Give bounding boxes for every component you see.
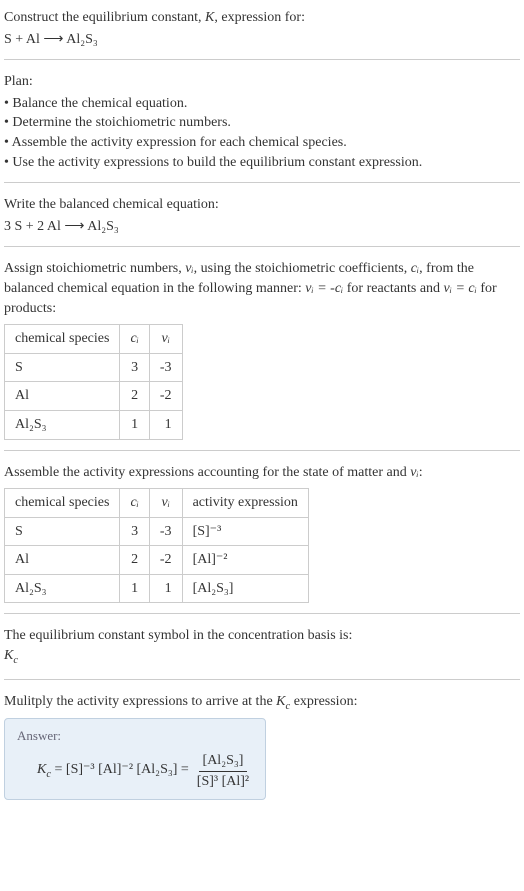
answer-eq-text: = [S]⁻³ [Al]⁻² [Al₂S₃] = bbox=[51, 762, 189, 777]
cell-ci: 2 bbox=[120, 546, 149, 575]
cell-species: Al₂S₃ bbox=[5, 574, 120, 603]
stoich-nu: νᵢ bbox=[185, 261, 193, 276]
cell-vi: 1 bbox=[149, 574, 182, 603]
stoich-section: Assign stoichiometric numbers, νᵢ, using… bbox=[4, 259, 520, 450]
cell-ae: [Al₂S₃] bbox=[182, 574, 308, 603]
cell-species: Al₂S₃ bbox=[5, 410, 120, 439]
cell-ci: 1 bbox=[120, 574, 149, 603]
prompt-line: Construct the equilibrium constant, K, e… bbox=[4, 8, 520, 28]
kc-k: K bbox=[4, 648, 13, 663]
table-row: Al 2 -2 bbox=[5, 382, 183, 411]
activity-intro-2: : bbox=[419, 465, 423, 480]
balanced-section: Write the balanced chemical equation: 3 … bbox=[4, 195, 520, 247]
th-vi: νᵢ bbox=[149, 325, 182, 354]
cell-vi: -3 bbox=[149, 517, 182, 546]
stoich-intro: Assign stoichiometric numbers, νᵢ, using… bbox=[4, 259, 520, 318]
table-row: Al₂S₃ 1 1 [Al₂S₃] bbox=[5, 574, 309, 603]
th-ci: cᵢ bbox=[120, 489, 149, 518]
plan-section: Plan: • Balance the chemical equation. •… bbox=[4, 72, 520, 183]
multiply-section: Mulitply the activity expressions to arr… bbox=[4, 692, 520, 811]
plan-item-1: • Balance the chemical equation. bbox=[4, 94, 520, 114]
cell-vi: -2 bbox=[149, 382, 182, 411]
stoich-rel1: νᵢ = -cᵢ bbox=[305, 281, 343, 296]
table-row: S 3 -3 [S]⁻³ bbox=[5, 517, 309, 546]
fraction-denominator: [S]³ [Al]² bbox=[193, 772, 253, 792]
activity-intro: Assemble the activity expressions accoun… bbox=[4, 463, 520, 483]
th-species: chemical species bbox=[5, 489, 120, 518]
cell-ci: 3 bbox=[120, 517, 149, 546]
plan-item-3: • Assemble the activity expression for e… bbox=[4, 133, 520, 153]
fraction-numerator: [Al₂S₃] bbox=[199, 751, 248, 772]
answer-box: Answer: Kc = [S]⁻³ [Al]⁻² [Al₂S₃] = [Al₂… bbox=[4, 718, 266, 800]
symbol-section: The equilibrium constant symbol in the c… bbox=[4, 626, 520, 679]
table-row: Al 2 -2 [Al]⁻² bbox=[5, 546, 309, 575]
cell-ae: [Al]⁻² bbox=[182, 546, 308, 575]
stoich-rel2: νᵢ = cᵢ bbox=[444, 281, 477, 296]
plan-title: Plan: bbox=[4, 72, 520, 92]
prompt-text-1: Construct the equilibrium constant, bbox=[4, 10, 205, 25]
th-ae: activity expression bbox=[182, 489, 308, 518]
prompt-equation: S + Al ⟶ Al₂S₃ bbox=[4, 30, 520, 50]
balanced-intro: Write the balanced chemical equation: bbox=[4, 195, 520, 215]
activity-nu: νᵢ bbox=[410, 465, 418, 480]
th-species: chemical species bbox=[5, 325, 120, 354]
answer-kc: K bbox=[37, 762, 46, 777]
table-row: Al₂S₃ 1 1 bbox=[5, 410, 183, 439]
table-header-row: chemical species cᵢ νᵢ bbox=[5, 325, 183, 354]
multiply-intro-2: expression: bbox=[290, 694, 357, 709]
prompt-K: K bbox=[205, 10, 214, 25]
activity-section: Assemble the activity expressions accoun… bbox=[4, 463, 520, 615]
multiply-intro: Mulitply the activity expressions to arr… bbox=[4, 692, 520, 714]
cell-ci: 1 bbox=[120, 410, 149, 439]
balanced-equation: 3 S + 2 Al ⟶ Al₂S₃ bbox=[4, 217, 520, 237]
answer-title: Answer: bbox=[17, 727, 253, 745]
stoich-intro-2: , using the stoichiometric coefficients, bbox=[194, 261, 411, 276]
cell-species: S bbox=[5, 353, 120, 382]
prompt-text-2: , expression for: bbox=[214, 10, 305, 25]
activity-intro-1: Assemble the activity expressions accoun… bbox=[4, 465, 410, 480]
cell-species: Al bbox=[5, 546, 120, 575]
multiply-kc: K bbox=[276, 694, 285, 709]
answer-lhs: Kc = [S]⁻³ [Al]⁻² [Al₂S₃] = bbox=[37, 760, 189, 782]
cell-vi: 1 bbox=[149, 410, 182, 439]
kc-sub: c bbox=[13, 655, 18, 666]
cell-species: S bbox=[5, 517, 120, 546]
stoich-intro-1: Assign stoichiometric numbers, bbox=[4, 261, 185, 276]
table-row: S 3 -3 bbox=[5, 353, 183, 382]
table-header-row: chemical species cᵢ νᵢ activity expressi… bbox=[5, 489, 309, 518]
cell-ci: 3 bbox=[120, 353, 149, 382]
plan-item-4: • Use the activity expressions to build … bbox=[4, 153, 520, 173]
prompt-section: Construct the equilibrium constant, K, e… bbox=[4, 8, 520, 60]
cell-vi: -2 bbox=[149, 546, 182, 575]
cell-vi: -3 bbox=[149, 353, 182, 382]
cell-ci: 2 bbox=[120, 382, 149, 411]
symbol-kc: Kc bbox=[4, 646, 520, 668]
multiply-intro-1: Mulitply the activity expressions to arr… bbox=[4, 694, 276, 709]
stoich-table: chemical species cᵢ νᵢ S 3 -3 Al 2 -2 Al… bbox=[4, 324, 183, 439]
plan-item-2: • Determine the stoichiometric numbers. bbox=[4, 113, 520, 133]
answer-equation: Kc = [S]⁻³ [Al]⁻² [Al₂S₃] = [Al₂S₃] [S]³… bbox=[17, 751, 253, 791]
stoich-intro-4: for reactants and bbox=[343, 281, 443, 296]
th-ci: cᵢ bbox=[120, 325, 149, 354]
cell-species: Al bbox=[5, 382, 120, 411]
answer-fraction: [Al₂S₃] [S]³ [Al]² bbox=[193, 751, 253, 791]
cell-ae: [S]⁻³ bbox=[182, 517, 308, 546]
th-vi: νᵢ bbox=[149, 489, 182, 518]
symbol-intro: The equilibrium constant symbol in the c… bbox=[4, 626, 520, 646]
activity-table: chemical species cᵢ νᵢ activity expressi… bbox=[4, 488, 309, 603]
stoich-ci: cᵢ bbox=[411, 261, 419, 276]
